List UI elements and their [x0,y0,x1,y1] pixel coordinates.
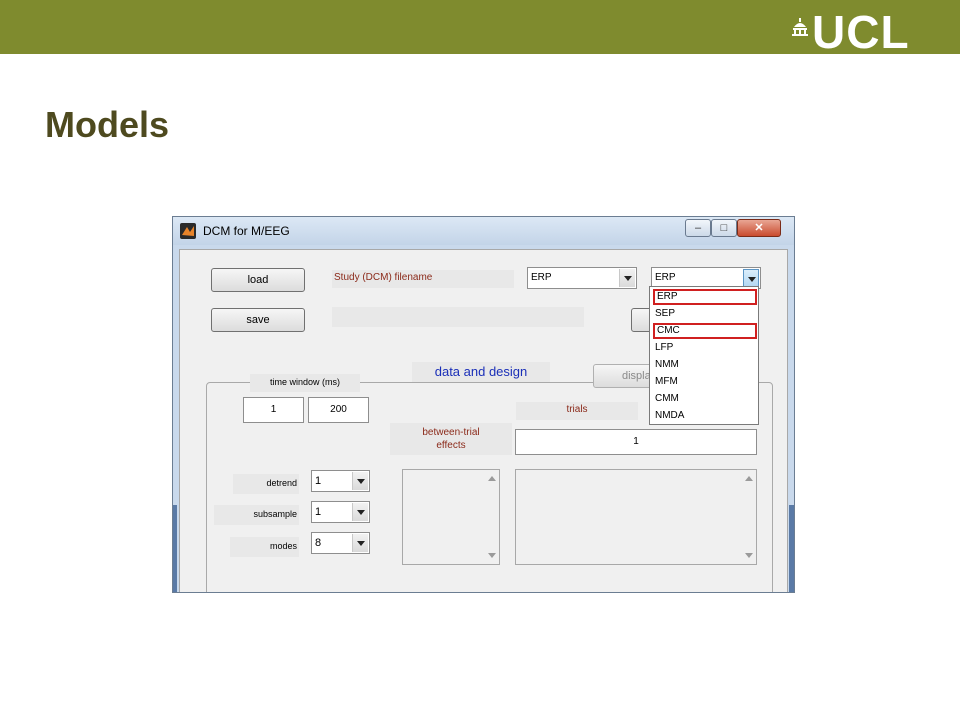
time-window-end-input[interactable]: 200 [308,397,369,423]
chevron-down-icon[interactable] [743,269,759,287]
detrend-select[interactable]: 1 [311,470,370,492]
dropdown-option-lfp[interactable]: LFP [653,340,757,356]
dropdown-option-erp[interactable]: ERP [653,289,757,305]
time-window-label: time window (ms) [250,374,360,392]
scroll-up-icon[interactable] [745,476,753,481]
slide-title: Models [45,104,170,145]
model-selected: ERP [655,272,676,283]
between-trial-effects-label: between-trial effects [390,423,512,455]
load-button[interactable]: load [211,268,305,292]
scroll-down-icon[interactable] [745,553,753,558]
detrend-label: detrend [233,474,299,494]
matlab-app-icon [180,223,196,239]
scroll-down-icon[interactable] [488,553,496,558]
scroll-up-icon[interactable] [488,476,496,481]
dropdown-option-cmm[interactable]: CMM [653,391,757,407]
chevron-down-icon[interactable] [352,503,368,521]
close-button[interactable]: ✕ [737,219,781,237]
trials-input[interactable]: 1 [515,429,757,455]
ucl-dome-icon [792,18,808,36]
maximize-button[interactable]: □ [711,219,737,237]
modes-selected: 8 [315,537,322,549]
dropdown-option-nmda[interactable]: NMDA [653,408,757,424]
window-titlebar[interactable]: DCM for M/EEG ‒ □ ✕ [173,217,794,245]
between-trial-label-line-1: between-trial [422,427,480,438]
trials-label: trials [516,402,638,420]
ucl-logo: UCL [812,6,910,58]
dropdown-option-nmm[interactable]: NMM [653,357,757,373]
model-type-selected: ERP [531,272,552,283]
save-button[interactable]: save [211,308,305,332]
dropdown-option-mfm[interactable]: MFM [653,374,757,390]
data-design-heading: data and design [412,362,550,382]
time-window-start-input[interactable]: 1 [243,397,304,423]
study-filename-value [332,307,584,327]
chevron-down-icon[interactable] [352,534,368,552]
dropdown-option-sep[interactable]: SEP [653,306,757,322]
trial-effects-matrix[interactable] [515,469,757,565]
between-trial-effects-list[interactable] [402,469,500,565]
dropdown-option-cmc[interactable]: CMC [653,323,757,339]
modes-label: modes [230,537,299,557]
model-type-select[interactable]: ERP [527,267,637,289]
chevron-down-icon[interactable] [619,269,635,287]
between-trial-label-line-2: effects [436,440,466,451]
chevron-down-icon[interactable] [352,472,368,490]
subsample-select[interactable]: 1 [311,501,370,523]
modes-select[interactable]: 8 [311,532,370,554]
detrend-selected: 1 [315,475,322,487]
vertical-scrollbar[interactable] [485,470,499,564]
minimize-button[interactable]: ‒ [685,219,711,237]
study-filename-label: Study (DCM) filename [332,270,514,288]
window-frame-edge [173,505,177,592]
subsample-label: subsample [214,505,299,525]
subsample-selected: 1 [315,506,322,518]
model-dropdown-list[interactable]: ERP SEP CMC LFP NMM MFM CMM NMDA [649,286,759,425]
window-title: DCM for M/EEG [203,224,290,238]
vertical-scrollbar[interactable] [742,470,756,564]
window-frame-edge [789,505,794,592]
